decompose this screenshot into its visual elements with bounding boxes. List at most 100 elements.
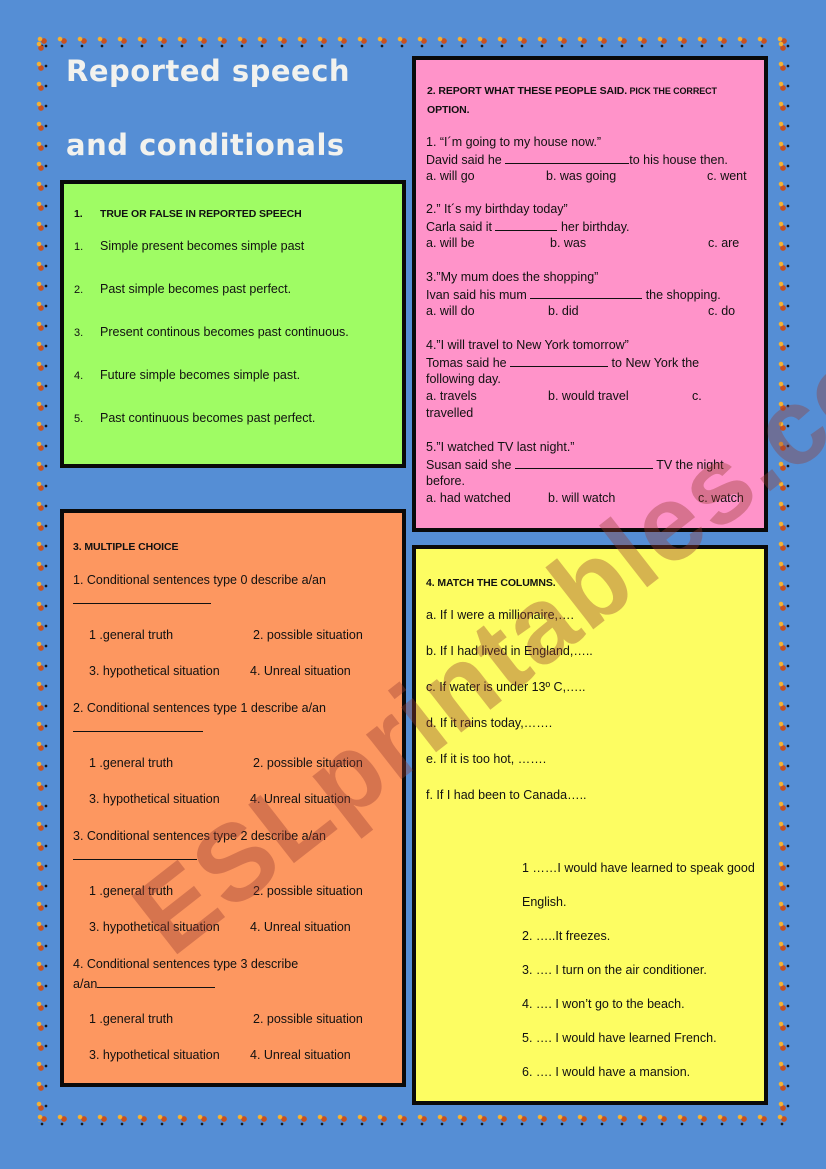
match-columns-section: 4. MATCH THE COLUMNS. a. If I were a mil… bbox=[412, 545, 768, 1105]
match-left-item[interactable]: f. If I had been to Canada….. bbox=[426, 787, 587, 804]
option-b[interactable]: b. did bbox=[548, 303, 579, 320]
match-left-item[interactable]: e. If it is too hot, ……. bbox=[426, 751, 546, 768]
list-item: 2. Past simple becomes past perfect. bbox=[74, 281, 291, 299]
option-c[interactable]: c. watch bbox=[698, 490, 744, 507]
match-right-item[interactable]: 1 ……I would have learned to speak good bbox=[522, 860, 755, 877]
question-text: to New York the bbox=[608, 356, 700, 370]
page-title-line-2: and conditionals bbox=[66, 128, 345, 162]
section-title: TRUE OR FALSE IN REPORTED SPEECH bbox=[100, 208, 302, 220]
option-3[interactable]: 3. hypothetical situation bbox=[89, 919, 220, 936]
item-number: 3. bbox=[74, 327, 84, 339]
question-stem: 1. Conditional sentences type 0 describe… bbox=[73, 573, 326, 587]
answer-blank[interactable] bbox=[97, 975, 216, 988]
option-4[interactable]: 4. Unreal situation bbox=[250, 1047, 351, 1064]
answer-blank[interactable] bbox=[73, 721, 203, 732]
question: 2. Conditional sentences type 1 describe… bbox=[73, 700, 393, 732]
option-a[interactable]: a. will go bbox=[426, 168, 475, 185]
item-number: 4. bbox=[74, 370, 84, 382]
section-number: 1. bbox=[74, 208, 83, 220]
option-2[interactable]: 2. possible situation bbox=[253, 627, 363, 644]
match-right-item-continued: English. bbox=[522, 895, 567, 909]
question: 3.”My mum does the shopping” Ivan said h… bbox=[426, 269, 756, 320]
decorative-border-bottom bbox=[36, 1112, 792, 1128]
answer-blank[interactable] bbox=[73, 849, 197, 860]
list-item: 4. Future simple becomes simple past. bbox=[74, 367, 300, 385]
question-text: following day. bbox=[426, 372, 501, 386]
question-text: TV the night bbox=[652, 458, 724, 472]
question: 1. “I´m going to my house now.” David sa… bbox=[426, 134, 756, 185]
question-stem: a/an bbox=[73, 977, 98, 991]
match-right-item[interactable]: 5. …. I would have learned French. bbox=[522, 1030, 717, 1047]
match-right-item[interactable]: 6. …. I would have a mansion. bbox=[522, 1064, 690, 1081]
option-b[interactable]: b. was bbox=[550, 235, 586, 252]
option-3[interactable]: 3. hypothetical situation bbox=[89, 1047, 220, 1064]
question-stem: 2. Conditional sentences type 1 describe… bbox=[73, 701, 326, 715]
question-text: Ivan said his mum bbox=[426, 288, 531, 302]
match-right-item[interactable]: 4. …. I won’t go to the beach. bbox=[522, 996, 685, 1013]
match-left-item[interactable]: c. If water is under 13º C,….. bbox=[426, 679, 586, 696]
answer-blank[interactable] bbox=[514, 456, 653, 469]
option-3[interactable]: 3. hypothetical situation bbox=[89, 791, 220, 808]
option-a[interactable]: a. will be bbox=[426, 235, 475, 252]
report-speech-section: 2. REPORT WHAT THESE PEOPLE SAID. PICK T… bbox=[412, 56, 768, 532]
option-a[interactable]: a. will do bbox=[426, 303, 475, 320]
option-c[interactable]: c. do bbox=[708, 303, 735, 320]
option-b[interactable]: b. would travel bbox=[548, 388, 629, 405]
question-text: the shopping. bbox=[642, 288, 721, 302]
match-left-item[interactable]: a. If I were a millionaire,…. bbox=[426, 607, 574, 624]
decorative-border-top bbox=[36, 34, 792, 50]
match-left-item[interactable]: b. If I had lived in England,….. bbox=[426, 643, 593, 660]
option-c[interactable]: c. bbox=[692, 388, 702, 405]
page-title-line-1: Reported speech bbox=[66, 54, 351, 88]
item-text: Simple present becomes simple past bbox=[100, 239, 305, 253]
option-1[interactable]: 1 .general truth bbox=[89, 883, 173, 900]
section-title-small: PICK THE CORRECT bbox=[627, 86, 718, 96]
answer-blank[interactable] bbox=[505, 151, 630, 164]
match-right-item[interactable]: 2. …..It freezes. bbox=[522, 928, 610, 945]
option-1[interactable]: 1 .general truth bbox=[89, 627, 173, 644]
question-text: David said he bbox=[426, 153, 506, 167]
question: 1. Conditional sentences type 0 describe… bbox=[73, 572, 393, 604]
match-left-item[interactable]: d. If it rains today,……. bbox=[426, 715, 552, 732]
question-text: Carla said it bbox=[426, 220, 496, 234]
option-4[interactable]: 4. Unreal situation bbox=[250, 919, 351, 936]
question-quote: 1. “I´m going to my house now.” bbox=[426, 135, 602, 149]
question: 5.”I watched TV last night.” Susan said … bbox=[426, 439, 756, 507]
option-4[interactable]: 4. Unreal situation bbox=[250, 663, 351, 680]
true-false-section: 1. TRUE OR FALSE IN REPORTED SPEECH 1. Sim… bbox=[60, 180, 406, 468]
answer-blank[interactable] bbox=[495, 218, 558, 231]
match-right-item[interactable]: 3. …. I turn on the air conditioner. bbox=[522, 962, 707, 979]
option-b[interactable]: b. will watch bbox=[548, 490, 615, 507]
answer-blank[interactable] bbox=[510, 354, 609, 367]
list-item: 1. Simple present becomes simple past bbox=[74, 238, 304, 256]
question-text: Susan said she bbox=[426, 458, 515, 472]
question-text: to his house then. bbox=[629, 153, 728, 167]
option-2[interactable]: 2. possible situation bbox=[253, 883, 363, 900]
option-b[interactable]: b. was going bbox=[546, 168, 616, 185]
option-a[interactable]: a. travels bbox=[426, 388, 477, 405]
option-2[interactable]: 2. possible situation bbox=[253, 755, 363, 772]
item-text: Past simple becomes past perfect. bbox=[100, 282, 292, 296]
decorative-border-right bbox=[776, 40, 792, 1122]
option-4[interactable]: 4. Unreal situation bbox=[250, 791, 351, 808]
item-number: 2. bbox=[74, 284, 84, 296]
section-title: 2. REPORT WHAT THESE PEOPLE SAID. bbox=[427, 85, 628, 97]
answer-blank[interactable] bbox=[530, 286, 643, 299]
section-heading: 4. MATCH THE COLUMNS. bbox=[426, 577, 556, 589]
section-heading: 3. MULTIPLE CHOICE bbox=[73, 541, 179, 553]
option-1[interactable]: 1 .general truth bbox=[89, 755, 173, 772]
option-2[interactable]: 2. possible situation bbox=[253, 1011, 363, 1028]
option-3[interactable]: 3. hypothetical situation bbox=[89, 663, 220, 680]
option-1[interactable]: 1 .general truth bbox=[89, 1011, 173, 1028]
question-text: Tomas said he bbox=[426, 356, 511, 370]
multiple-choice-section: 3. MULTIPLE CHOICE 1. Conditional senten… bbox=[60, 509, 406, 1087]
decorative-border-left bbox=[34, 40, 50, 1122]
question-text: before. bbox=[426, 474, 465, 488]
question: 4. Conditional sentences type 3 describe… bbox=[73, 956, 393, 993]
question-quote: 2.” It´s my birthday today” bbox=[426, 202, 568, 216]
question-stem: 3. Conditional sentences type 2 describe… bbox=[73, 829, 326, 843]
answer-blank[interactable] bbox=[73, 593, 211, 604]
option-c[interactable]: c. are bbox=[708, 235, 739, 252]
option-c[interactable]: c. went bbox=[707, 168, 747, 185]
option-a[interactable]: a. had watched bbox=[426, 490, 511, 507]
